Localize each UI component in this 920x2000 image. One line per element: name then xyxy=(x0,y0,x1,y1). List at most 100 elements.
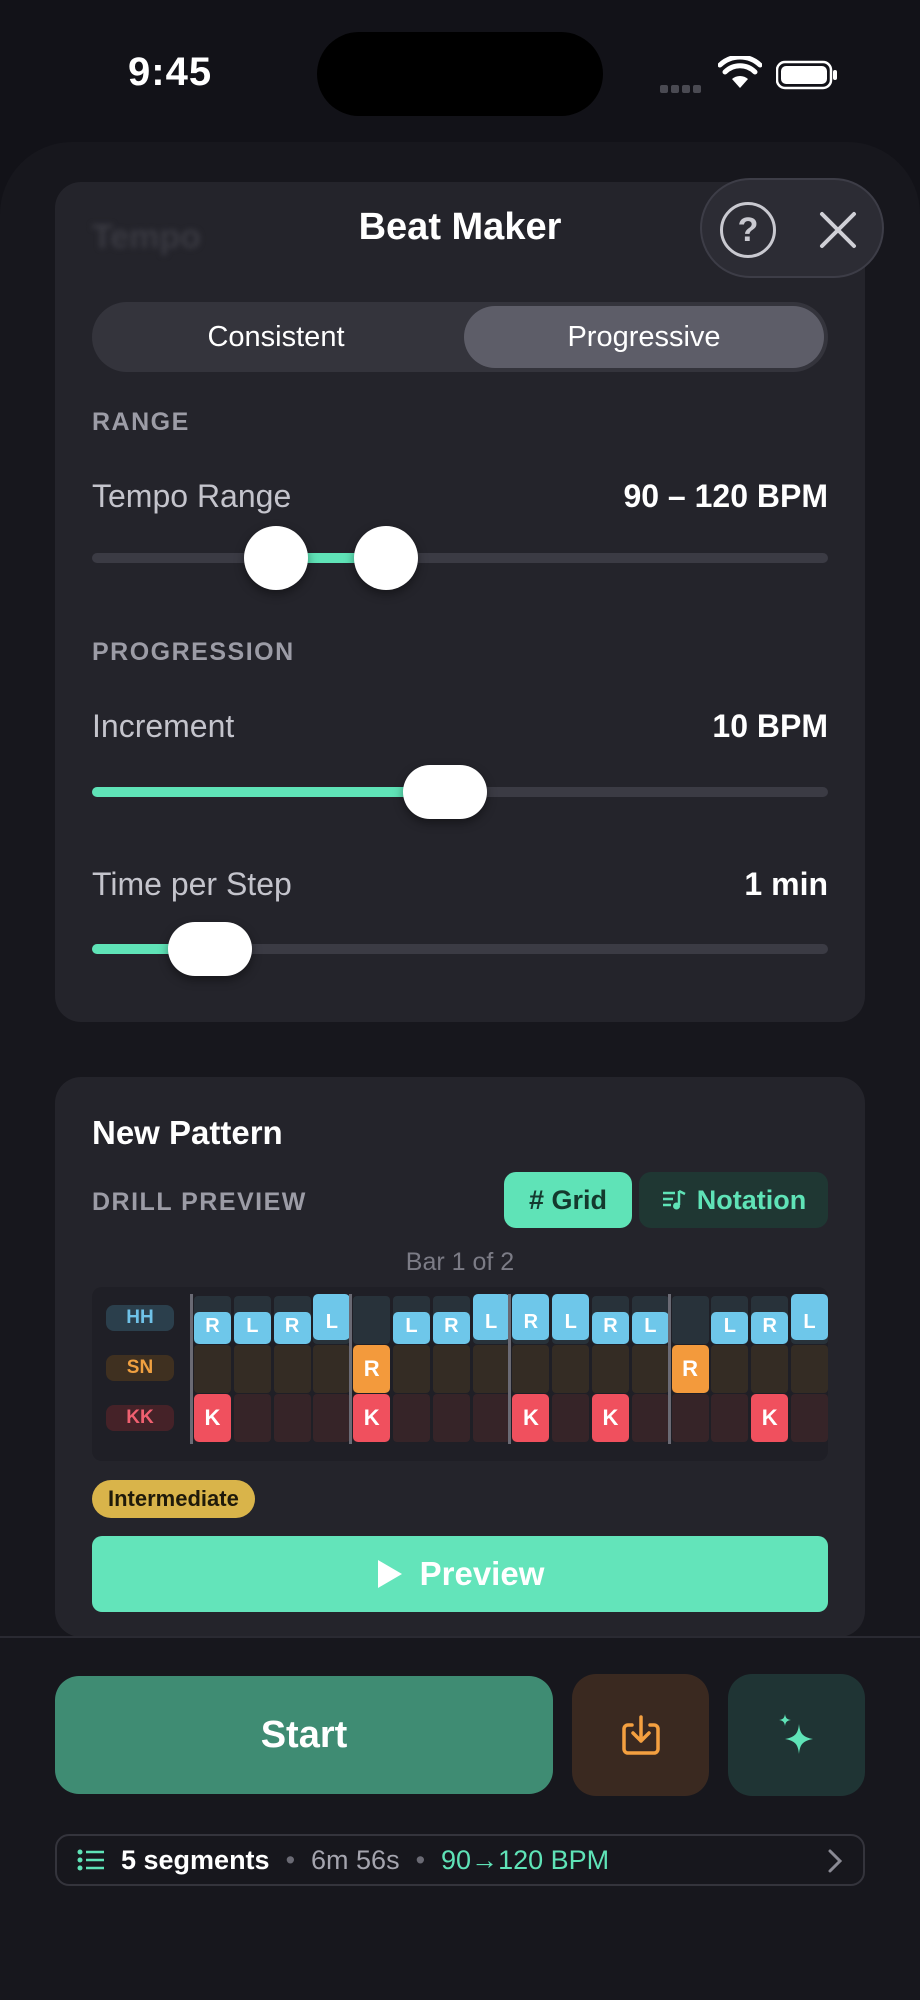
help-button[interactable]: ? xyxy=(720,202,776,258)
grid-cell-sn[interactable] xyxy=(512,1345,550,1393)
grid-cell-sn[interactable] xyxy=(791,1345,828,1393)
lane-label-kk: KK xyxy=(106,1405,174,1431)
increment-value: 10 BPM xyxy=(712,708,828,744)
list-icon xyxy=(77,1849,104,1871)
grid-cell-kk[interactable] xyxy=(233,1394,271,1442)
beat-divider xyxy=(667,1294,671,1444)
tempo-mode-segmented-control: Consistent Progressive xyxy=(92,302,828,372)
signal-icon xyxy=(660,80,704,93)
beat-divider xyxy=(349,1294,353,1444)
note-kk[interactable]: K xyxy=(512,1394,550,1442)
grid-cell-sn[interactable] xyxy=(751,1345,789,1393)
preview-button[interactable]: Preview xyxy=(92,1536,828,1612)
grid-cell-sn[interactable] xyxy=(432,1345,470,1393)
play-icon xyxy=(377,1560,402,1588)
note-hh[interactable]: L xyxy=(313,1294,351,1340)
preview-label: Preview xyxy=(419,1555,545,1592)
grid-cell-sn[interactable] xyxy=(273,1345,311,1393)
tempo-range-high-handle[interactable] xyxy=(354,526,419,590)
grid-cell-kk[interactable] xyxy=(432,1394,470,1442)
note-hh[interactable]: R xyxy=(194,1312,231,1344)
progression-section-label: PROGRESSION xyxy=(92,638,295,666)
bar-indicator: Bar 1 of 2 xyxy=(405,1248,515,1276)
total-duration: 6m 56s xyxy=(311,1844,400,1875)
download-icon xyxy=(621,1715,660,1755)
grid-cell-kk[interactable] xyxy=(313,1394,351,1442)
note-hh[interactable]: L xyxy=(631,1312,669,1344)
increment-fill xyxy=(92,787,446,797)
separator-dot: • xyxy=(285,1844,296,1875)
tempo-range-label: Tempo Range xyxy=(92,478,292,514)
ai-generate-button[interactable] xyxy=(728,1674,865,1796)
grid-cell-kk[interactable] xyxy=(393,1394,430,1442)
lane-label-sn: SN xyxy=(106,1355,174,1381)
note-kk[interactable]: K xyxy=(592,1394,629,1442)
note-hh[interactable]: R xyxy=(751,1312,789,1344)
chevron-right-icon xyxy=(828,1849,843,1873)
note-kk[interactable]: K xyxy=(194,1394,231,1442)
note-hh[interactable]: L xyxy=(711,1312,749,1344)
note-sn[interactable]: R xyxy=(353,1345,391,1393)
note-hh[interactable]: R xyxy=(273,1312,311,1344)
time-per-step-handle[interactable] xyxy=(167,922,252,976)
status-bar: 9:45 xyxy=(0,0,920,140)
note-hh[interactable]: L xyxy=(791,1294,828,1340)
save-button[interactable] xyxy=(572,1674,709,1796)
pattern-title: New Pattern xyxy=(92,1114,283,1151)
beat-divider xyxy=(508,1294,512,1444)
grid-cell-sn[interactable] xyxy=(233,1345,271,1393)
help-icon: ? xyxy=(737,210,759,249)
time-per-step-label: Time per Step xyxy=(92,866,292,902)
note-kk[interactable]: K xyxy=(751,1394,789,1442)
bpm-range: 90→120 BPM xyxy=(441,1844,610,1875)
notation-label: Notation xyxy=(696,1184,807,1215)
close-button[interactable] xyxy=(814,206,862,254)
tempo-range-value: 90 – 120 BPM xyxy=(623,478,828,514)
grid-cell-hh[interactable] xyxy=(353,1296,391,1344)
range-section-label: RANGE xyxy=(92,408,190,436)
segment-count: 5 segments xyxy=(121,1844,270,1875)
grid-cell-kk[interactable] xyxy=(791,1394,828,1442)
grid-cell-kk[interactable] xyxy=(631,1394,669,1442)
note-hh[interactable]: R xyxy=(592,1312,629,1344)
note-sn[interactable]: R xyxy=(671,1345,709,1393)
grid-cell-sn[interactable] xyxy=(631,1345,669,1393)
grid-cell-kk[interactable] xyxy=(552,1394,590,1442)
grid-cell-kk[interactable] xyxy=(671,1394,709,1442)
grid-cell-kk[interactable] xyxy=(711,1394,749,1442)
tempo-range-low-handle[interactable] xyxy=(244,526,308,590)
segment-progressive[interactable]: Progressive xyxy=(464,306,824,368)
note-hh[interactable]: L xyxy=(552,1294,590,1340)
increment-label: Increment xyxy=(92,708,235,744)
grid-cell-sn[interactable] xyxy=(393,1345,430,1393)
grid-cell-sn[interactable] xyxy=(592,1345,629,1393)
beat-divider xyxy=(190,1294,193,1444)
session-summary[interactable]: 5 segments • 6m 56s • 90→120 BPM xyxy=(55,1834,865,1886)
grid-cell-sn[interactable] xyxy=(313,1345,351,1393)
grid-cell-kk[interactable] xyxy=(472,1394,510,1442)
start-button[interactable]: Start xyxy=(55,1676,553,1794)
status-time: 9:45 xyxy=(128,50,213,94)
note-hh[interactable]: L xyxy=(393,1312,430,1344)
note-hh[interactable]: R xyxy=(432,1312,470,1344)
note-hh[interactable]: R xyxy=(512,1294,550,1340)
grid-cell-kk[interactable] xyxy=(273,1394,311,1442)
note-hh[interactable]: L xyxy=(233,1312,271,1344)
sparkles-icon xyxy=(778,1714,813,1754)
grid-cell-sn[interactable] xyxy=(552,1345,590,1393)
difficulty-badge: Intermediate xyxy=(92,1480,255,1518)
grid-cell-sn[interactable] xyxy=(472,1345,510,1393)
lane-label-hh: HH xyxy=(106,1305,174,1331)
grid-cell-sn[interactable] xyxy=(194,1345,231,1393)
time-per-step-value: 1 min xyxy=(744,866,828,902)
grid-cell-hh[interactable] xyxy=(671,1296,709,1344)
tempo-range-slider[interactable] xyxy=(92,553,828,563)
increment-handle[interactable] xyxy=(403,765,488,819)
header-actions: ? xyxy=(700,178,884,278)
grid-view-button[interactable]: # Grid xyxy=(504,1172,632,1228)
note-hh[interactable]: L xyxy=(472,1294,510,1340)
grid-cell-sn[interactable] xyxy=(711,1345,749,1393)
segment-consistent[interactable]: Consistent xyxy=(92,302,460,372)
notation-view-button[interactable]: Notation xyxy=(639,1172,828,1228)
note-kk[interactable]: K xyxy=(353,1394,391,1442)
